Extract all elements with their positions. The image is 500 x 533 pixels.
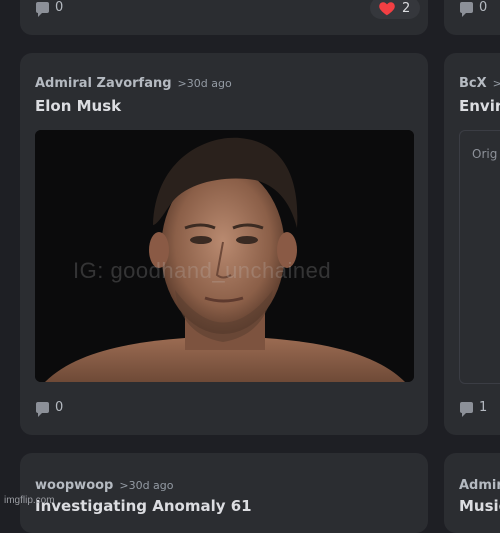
post-meta: BcX > [459,72,500,91]
post-title[interactable]: Music [459,497,500,515]
post-age: > [492,77,500,90]
post-age: >30d ago [119,479,174,492]
post-title[interactable]: Elon Musk [35,97,121,115]
comment-icon [460,2,473,17]
comment-count[interactable]: 0 [36,400,63,417]
post-title[interactable]: Investigating Anomaly 61 [35,497,252,515]
post-image[interactable]: IG: goodhand_unchained [35,130,414,382]
post-meta: woopwoop >30d ago [35,474,174,493]
post-author[interactable]: Admiral Zavorfang [35,76,172,91]
post-card[interactable]: Admiral Zavorfang >30d ago Elon Musk IG:… [20,53,428,435]
top-right-card[interactable]: 0 [444,0,500,35]
preview-text: Orig [472,147,498,161]
post-meta: Admir [459,474,500,493]
post-preview[interactable]: Orig [459,130,500,384]
comment-count[interactable]: 0 [36,0,63,17]
like-button[interactable]: 2 [370,0,421,19]
comment-icon [460,402,473,417]
heart-icon [379,2,395,16]
post-title[interactable]: Envir [459,97,500,115]
comment-icon [36,2,49,17]
post-card-bottom-right[interactable]: Admir Music [444,453,500,533]
post-card-right[interactable]: BcX > Envir Orig 1 [444,53,500,435]
imgflip-watermark: imgflip.com [4,495,55,506]
post-age: >30d ago [177,77,232,90]
post-author[interactable]: BcX [459,76,487,91]
post-card-bottom[interactable]: woopwoop >30d ago Investigating Anomaly 6… [20,453,428,533]
image-watermark: IG: goodhand_unchained [73,258,332,283]
portrait-image [35,130,414,382]
comment-icon [36,402,49,417]
post-meta: Admiral Zavorfang >30d ago [35,72,232,91]
post-author[interactable]: woopwoop [35,478,113,493]
top-left-card[interactable]: 0 2 [20,0,428,35]
post-author[interactable]: Admir [459,478,500,493]
comment-count[interactable]: 1 [460,400,487,417]
comment-count[interactable]: 0 [460,0,487,17]
